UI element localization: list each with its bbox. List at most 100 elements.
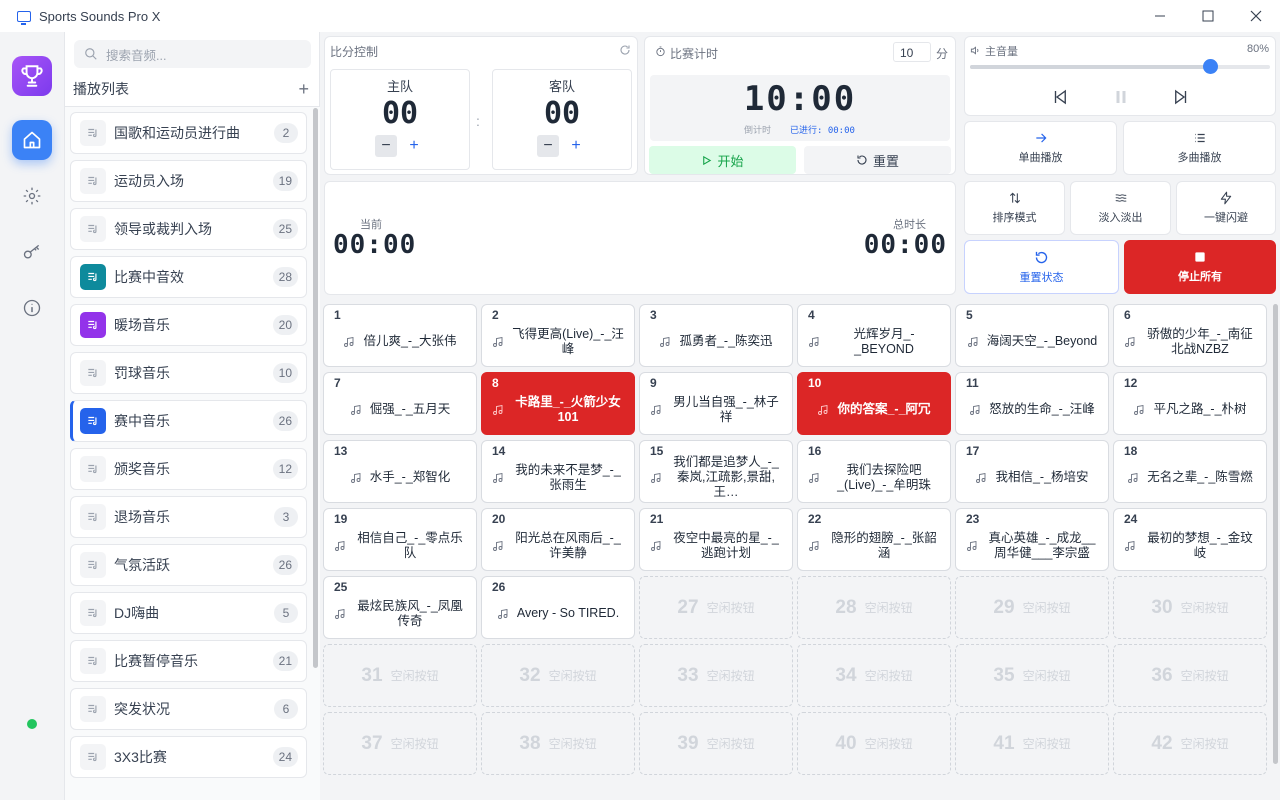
home-plus-button[interactable]: + bbox=[403, 135, 425, 157]
sound-button[interactable]: 15 我们都是追梦人_-_秦岚,江疏影,景甜,王… bbox=[639, 440, 793, 503]
volume-knob[interactable] bbox=[1203, 59, 1218, 74]
next-icon[interactable] bbox=[1172, 88, 1190, 106]
fade-button[interactable]: 淡入淡出 bbox=[1070, 181, 1171, 235]
empty-sound-button[interactable]: 29 空闲按钮 bbox=[955, 576, 1109, 639]
sound-button[interactable]: 6 骄傲的少年_-_南征北战NZBZ bbox=[1113, 304, 1267, 367]
playlist-item[interactable]: 比赛中音效 28 bbox=[70, 256, 307, 298]
elapsed-label: 已进行: 00:00 bbox=[790, 126, 855, 136]
sound-button[interactable]: 16 我们去探险吧_(Live)_-_牟明珠 bbox=[797, 440, 951, 503]
sort-mode-button[interactable]: 排序模式 bbox=[964, 181, 1065, 235]
empty-sound-button[interactable]: 32 空闲按钮 bbox=[481, 644, 635, 707]
refresh-icon[interactable] bbox=[619, 44, 631, 56]
empty-button-label: 空闲按钮 bbox=[1022, 601, 1071, 615]
minimize-button[interactable] bbox=[1136, 0, 1184, 32]
playlist-item[interactable]: 赛中音乐 26 bbox=[70, 400, 307, 442]
empty-button-number: 36 bbox=[1151, 664, 1173, 686]
sound-button[interactable]: 21 夜空中最亮的星_-_逃跑计划 bbox=[639, 508, 793, 571]
pause-icon[interactable] bbox=[1112, 88, 1130, 106]
playlist-item[interactable]: 运动员入场 19 bbox=[70, 160, 307, 202]
search-icon bbox=[85, 48, 97, 60]
close-window-button[interactable] bbox=[1232, 0, 1280, 32]
music-note-icon bbox=[809, 472, 819, 483]
sidebar-scrollbar[interactable] bbox=[313, 108, 318, 668]
nav-home-button[interactable] bbox=[12, 120, 52, 160]
sound-button[interactable]: 2 飞得更高(Live)_-_汪峰 bbox=[481, 304, 635, 367]
sound-button[interactable]: 7 倔强_-_五月天 bbox=[323, 372, 477, 435]
previous-icon[interactable] bbox=[1051, 88, 1069, 106]
add-playlist-button[interactable]: + bbox=[298, 80, 309, 98]
sound-button[interactable]: 14 我的未来不是梦_-_张雨生 bbox=[481, 440, 635, 503]
nav-settings-button[interactable] bbox=[12, 176, 52, 216]
sound-button[interactable]: 10 你的答案_-_阿冗 bbox=[797, 372, 951, 435]
nav-license-button[interactable] bbox=[12, 232, 52, 272]
playlist-item[interactable]: 颁奖音乐 12 bbox=[70, 448, 307, 490]
timer-reset-button[interactable]: 重置 bbox=[804, 146, 951, 174]
playlist-item[interactable]: 暖场音乐 20 bbox=[70, 304, 307, 346]
minutes-input[interactable]: 10 bbox=[893, 42, 931, 62]
multi-play-button[interactable]: 多曲播放 bbox=[1123, 121, 1276, 175]
sound-button[interactable]: 5 海阔天空_-_Beyond bbox=[955, 304, 1109, 367]
empty-sound-button[interactable]: 28 空闲按钮 bbox=[797, 576, 951, 639]
home-minus-button[interactable]: − bbox=[375, 135, 397, 157]
sound-button[interactable]: 26 Avery - So TIRED. bbox=[481, 576, 635, 639]
grid-scrollbar[interactable] bbox=[1273, 304, 1278, 764]
playlist-item[interactable]: DJ嗨曲 5 bbox=[70, 592, 307, 634]
search-input[interactable]: 搜索音频... bbox=[74, 40, 311, 68]
empty-sound-button[interactable]: 30 空闲按钮 bbox=[1113, 576, 1267, 639]
sound-button[interactable]: 8 卡路里_-_火箭少女101 bbox=[481, 372, 635, 435]
sound-button[interactable]: 17 我相信_-_杨培安 bbox=[955, 440, 1109, 503]
playlist-item-count: 26 bbox=[272, 555, 298, 575]
sound-button-number: 21 bbox=[650, 512, 664, 526]
empty-sound-button[interactable]: 39 空闲按钮 bbox=[639, 712, 793, 775]
music-note-icon bbox=[335, 540, 345, 551]
playlist-item[interactable]: 气氛活跃 26 bbox=[70, 544, 307, 586]
sound-button[interactable]: 4 光辉岁月_-_BEYOND bbox=[797, 304, 951, 367]
playlist-item[interactable]: 突发状况 6 bbox=[70, 688, 307, 730]
sound-button-number: 17 bbox=[966, 444, 980, 458]
playlist-item[interactable]: 罚球音乐 10 bbox=[70, 352, 307, 394]
trophy-icon bbox=[21, 65, 43, 87]
sound-button-title: Avery - So TIRED. bbox=[516, 606, 620, 620]
empty-sound-button[interactable]: 38 空闲按钮 bbox=[481, 712, 635, 775]
sound-button[interactable]: 11 怒放的生命_-_汪峰 bbox=[955, 372, 1109, 435]
empty-sound-button[interactable]: 40 空闲按钮 bbox=[797, 712, 951, 775]
playlist-item[interactable]: 3X3比赛 24 bbox=[70, 736, 307, 778]
empty-sound-button[interactable]: 37 空闲按钮 bbox=[323, 712, 477, 775]
sound-button[interactable]: 9 男儿当自强_-_林子祥 bbox=[639, 372, 793, 435]
sound-button[interactable]: 25 最炫民族风_-_凤凰传奇 bbox=[323, 576, 477, 639]
empty-sound-button[interactable]: 36 空闲按钮 bbox=[1113, 644, 1267, 707]
empty-sound-button[interactable]: 35 空闲按钮 bbox=[955, 644, 1109, 707]
start-button[interactable]: 开始 bbox=[649, 146, 796, 174]
sound-button[interactable]: 20 阳光总在风雨后_-_许美静 bbox=[481, 508, 635, 571]
sound-button-title: 倔强_-_五月天 bbox=[369, 402, 451, 416]
reset-state-button[interactable]: 重置状态 bbox=[964, 240, 1119, 294]
playlist-icon bbox=[80, 456, 106, 482]
dodge-button[interactable]: 一键闪避 bbox=[1176, 181, 1276, 235]
sound-button[interactable]: 24 最初的梦想_-_金玟岐 bbox=[1113, 508, 1267, 571]
empty-sound-button[interactable]: 41 空闲按钮 bbox=[955, 712, 1109, 775]
nav-about-button[interactable] bbox=[12, 288, 52, 328]
sound-button[interactable]: 18 无名之辈_-_陈雪燃 bbox=[1113, 440, 1267, 503]
sound-button[interactable]: 1 倍儿爽_-_大张伟 bbox=[323, 304, 477, 367]
sound-button[interactable]: 19 相信自己_-_零点乐队 bbox=[323, 508, 477, 571]
empty-sound-button[interactable]: 31 空闲按钮 bbox=[323, 644, 477, 707]
single-play-button[interactable]: 单曲播放 bbox=[964, 121, 1117, 175]
empty-sound-button[interactable]: 27 空闲按钮 bbox=[639, 576, 793, 639]
sound-button[interactable]: 3 孤勇者_-_陈奕迅 bbox=[639, 304, 793, 367]
empty-sound-button[interactable]: 34 空闲按钮 bbox=[797, 644, 951, 707]
sound-button[interactable]: 12 平凡之路_-_朴树 bbox=[1113, 372, 1267, 435]
maximize-button[interactable] bbox=[1184, 0, 1232, 32]
empty-sound-button[interactable]: 33 空闲按钮 bbox=[639, 644, 793, 707]
playlist-item[interactable]: 比赛暂停音乐 21 bbox=[70, 640, 307, 682]
sound-button[interactable]: 22 隐形的翅膀_-_张韶涵 bbox=[797, 508, 951, 571]
playlist-item[interactable]: 国歌和运动员进行曲 2 bbox=[70, 112, 307, 154]
playlist-item[interactable]: 退场音乐 3 bbox=[70, 496, 307, 538]
stop-all-button[interactable]: 停止所有 bbox=[1124, 240, 1276, 294]
volume-slider[interactable] bbox=[970, 59, 1270, 74]
sound-button[interactable]: 13 水手_-_郑智化 bbox=[323, 440, 477, 503]
away-plus-button[interactable]: + bbox=[565, 135, 587, 157]
away-minus-button[interactable]: − bbox=[537, 135, 559, 157]
sound-button[interactable]: 23 真心英雄_-_成龙__周华健___李宗盛 bbox=[955, 508, 1109, 571]
empty-sound-button[interactable]: 42 空闲按钮 bbox=[1113, 712, 1267, 775]
playlist-item[interactable]: 领导或裁判入场 25 bbox=[70, 208, 307, 250]
